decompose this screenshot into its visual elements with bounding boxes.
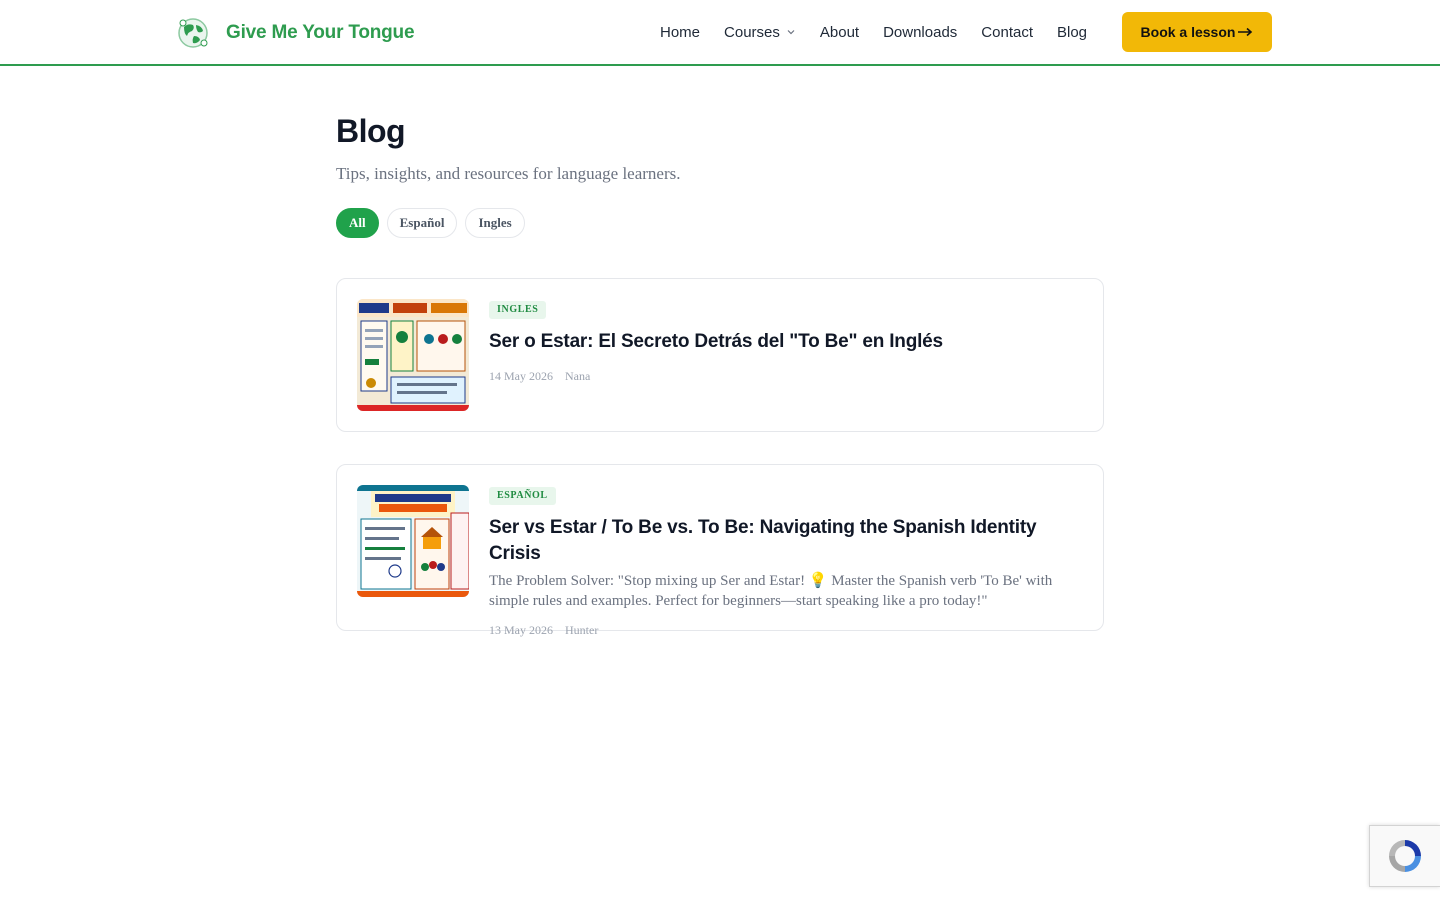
chevron-down-icon [787,30,795,35]
post-card[interactable]: INGLES Ser o Estar: El Secreto Detrás de… [336,278,1104,432]
nav-home[interactable]: Home [648,24,712,41]
globe-logo-icon [176,17,210,49]
blog-main: Blog Tips, insights, and resources for l… [336,110,1104,663]
main-nav: Home Courses About Downloads Contact Blo… [648,0,1099,64]
post-meta: 14 May 2026 Nana [489,369,1083,384]
nav-contact[interactable]: Contact [969,24,1045,41]
book-lesson-button[interactable]: Book a lesson [1122,12,1272,52]
page-title: Blog [336,113,406,149]
post-date: 13 May 2026 [489,623,553,637]
recaptcha-badge[interactable] [1369,825,1440,887]
post-author: Nana [565,369,591,383]
page-subtitle: Tips, insights, and resources for langua… [336,164,681,183]
nav-about[interactable]: About [808,24,871,41]
post-thumbnail [357,485,469,597]
filter-all[interactable]: All [336,208,379,238]
brand[interactable]: Give Me Your Tongue [176,17,415,49]
post-title[interactable]: Ser o Estar: El Secreto Detrás del "To B… [489,329,1083,355]
site-header: Give Me Your Tongue Home Courses About D… [0,0,1440,66]
book-lesson-label: Book a lesson [1140,24,1236,40]
nav-courses[interactable]: Courses [712,24,808,41]
post-thumbnail [357,299,469,411]
post-category-badge[interactable]: ESPAÑOL [489,487,556,505]
filter-ingles[interactable]: Ingles [465,208,525,238]
category-filters: All Español Ingles [336,208,1104,238]
post-excerpt: The Problem Solver: "Stop mixing up Ser … [489,573,1053,609]
nav-downloads[interactable]: Downloads [871,24,969,41]
post-date: 14 May 2026 [489,369,553,383]
post-list: INGLES Ser o Estar: El Secreto Detrás de… [336,278,1104,637]
nav-courses-label: Courses [724,23,780,41]
recaptcha-icon [1389,840,1421,872]
post-category-badge[interactable]: INGLES [489,301,547,319]
post-meta: 13 May 2026 Hunter [489,623,1083,638]
brand-name: Give Me Your Tongue [226,22,415,43]
post-author: Hunter [565,623,599,637]
nav-blog[interactable]: Blog [1045,24,1099,41]
post-card[interactable]: ESPAÑOL Ser vs Estar / To Be vs. To Be: … [336,464,1104,637]
arrow-right-icon [1238,27,1253,37]
filter-espanol[interactable]: Español [386,208,458,238]
post-title[interactable]: Ser vs Estar / To Be vs. To Be: Navigati… [489,515,1083,567]
